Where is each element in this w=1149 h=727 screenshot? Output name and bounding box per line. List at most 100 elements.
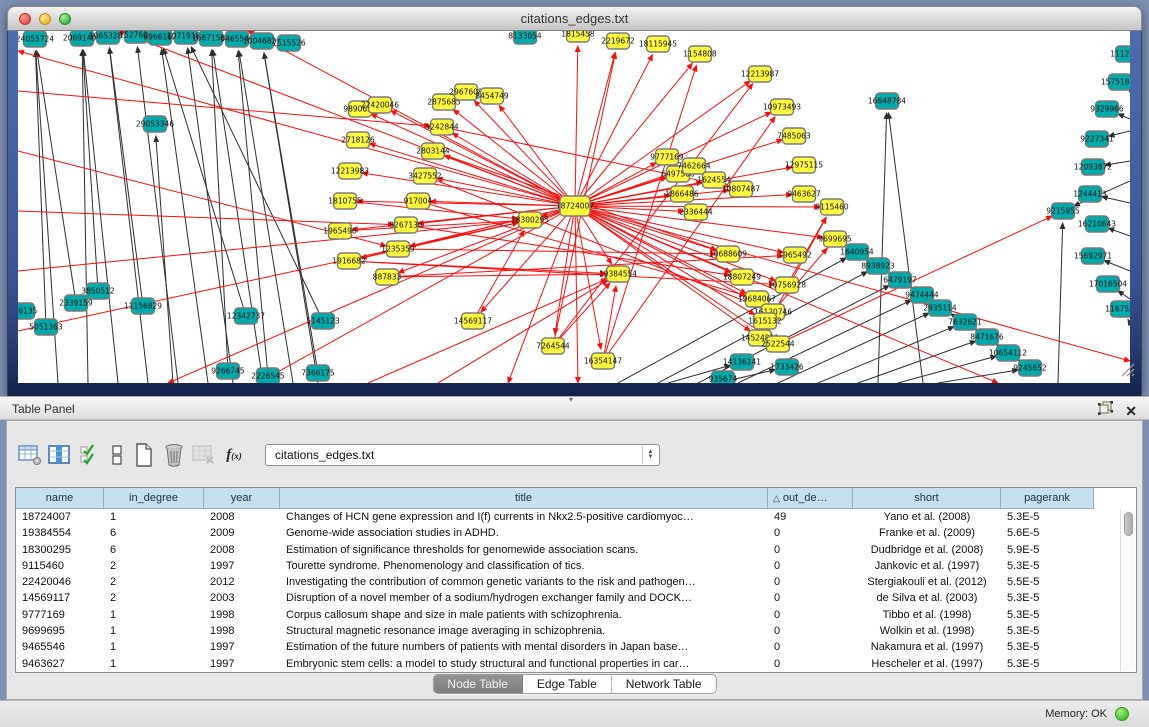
float-panel-icon[interactable] [1098, 401, 1113, 420]
table-row[interactable]: 1830029562008Estimation of significance … [16, 542, 1136, 558]
graph-node[interactable]: 9115460 [815, 199, 849, 215]
column-header-name[interactable]: name [16, 488, 104, 509]
graph-node[interactable]: 887833 [373, 269, 402, 285]
graph-node[interactable]: 8938923 [861, 258, 895, 274]
panel-divider-handle[interactable]: ▾ [569, 397, 579, 403]
graph-node[interactable]: 1244413 [1073, 186, 1107, 202]
graph-node[interactable]: 18300295 [511, 212, 549, 228]
graph-node[interactable]: 14569117 [454, 313, 492, 329]
graph-node[interactable]: 8133054 [508, 31, 542, 44]
graph-node[interactable]: 11156829 [124, 298, 162, 314]
graph-node[interactable]: 1733426 [770, 359, 804, 375]
column-header-year[interactable]: year [204, 488, 280, 509]
graph-node[interactable]: 1235359 [381, 241, 415, 257]
scrollbar-thumb[interactable] [1124, 512, 1133, 536]
graph-node[interactable]: 18115945 [639, 36, 677, 52]
graph-node[interactable]: 1167533 [1105, 301, 1130, 317]
table-row[interactable]: 911546021997Tourette syndrome. Phenomeno… [16, 558, 1136, 574]
graph-node[interactable]: 9227341 [1080, 131, 1114, 147]
graph-node[interactable]: 1965492 [778, 247, 812, 263]
table-row[interactable]: 969969511998Structural magnetic resonanc… [16, 623, 1136, 639]
table-row[interactable]: 946554611997Estimation of the future num… [16, 639, 1136, 655]
table-row[interactable]: 2242004622012Investigating the contribut… [16, 574, 1136, 590]
graph-node[interactable]: 17016504 [1089, 276, 1127, 292]
tab-edge-table[interactable]: Edge Table [523, 675, 612, 693]
column-header-short[interactable]: short [853, 488, 1001, 509]
column-header-out_degree[interactable]: △out_de… [768, 488, 853, 509]
table-row[interactable]: 977716911998Corpus callosum shape and si… [16, 607, 1136, 623]
row-selection-icon[interactable] [75, 441, 105, 469]
graph-node[interactable]: 1112704 [1110, 46, 1130, 62]
graph-node[interactable]: 1615132 [748, 313, 782, 329]
table-row[interactable]: 946362711997Embryonic stem cells: a mode… [16, 656, 1136, 672]
graph-node[interactable]: 15751874 [1101, 74, 1130, 90]
window-resize-grip[interactable] [1119, 361, 1135, 382]
memory-status-indicator[interactable] [1115, 707, 1129, 721]
graph-node[interactable]: 29053346 [136, 116, 174, 132]
column-header-pagerank[interactable]: pagerank [1001, 488, 1094, 509]
graph-node[interactable]: 9329966 [1090, 101, 1124, 117]
network-window-titlebar[interactable]: citations_edges.txt [7, 6, 1142, 31]
column-header-in_degree[interactable]: in_degree [104, 488, 204, 509]
graph-node[interactable]: 7485063 [777, 128, 811, 144]
graph-node[interactable]: 12093872 [1074, 159, 1112, 175]
graph-node[interactable]: 8454749 [475, 88, 509, 104]
graph-node[interactable]: 2803144 [416, 143, 450, 159]
tab-node-table[interactable]: Node Table [433, 675, 523, 693]
function-builder-icon[interactable]: f(x) [219, 441, 249, 469]
graph-node[interactable]: 7366175 [301, 365, 335, 381]
graph-node[interactable]: 16648784 [868, 93, 906, 109]
graph-node[interactable]: 2718126 [341, 132, 375, 148]
graph-node[interactable]: 6479197 [883, 272, 917, 288]
graph-node[interactable]: 7264544 [536, 338, 570, 354]
graph-node[interactable]: 9245652 [1013, 360, 1047, 376]
graph-node[interactable]: 16354147 [584, 353, 622, 369]
graph-node[interactable]: 936135 [18, 303, 38, 319]
table-vertical-scrollbar[interactable] [1120, 509, 1135, 671]
graph-node[interactable]: 9266745 [211, 363, 245, 379]
graph-node[interactable]: 16210643 [1078, 216, 1116, 232]
graph-node[interactable]: 18724007 [556, 196, 594, 216]
graph-node[interactable]: 12213987 [741, 66, 779, 82]
graph-node[interactable]: 1866486 [665, 186, 699, 202]
graph-node[interactable]: 2339159 [59, 295, 93, 311]
tab-network-table[interactable]: Network Table [612, 675, 716, 693]
table-row[interactable]: 1872400712008Changes of HCN gene express… [16, 509, 1136, 525]
graph-node[interactable]: 12342737 [227, 308, 265, 324]
graph-node[interactable]: 8471676 [970, 329, 1004, 345]
graph-node[interactable]: 8267130 [389, 217, 423, 233]
graph-node[interactable]: 7515526 [272, 35, 306, 51]
column-visibility-icon[interactable] [45, 441, 75, 469]
graph-node[interactable]: 935674 [709, 371, 738, 383]
graph-node[interactable]: 1154808 [683, 46, 717, 62]
network-canvas[interactable]: 1872400798906122242004627181261221398318… [18, 31, 1130, 383]
graph-node[interactable]: 2522544 [761, 336, 795, 352]
graph-node[interactable]: 2219672 [601, 33, 635, 49]
graph-node[interactable]: 2935114 [923, 300, 957, 316]
graph-node[interactable]: 9463627 [787, 186, 821, 202]
graph-node[interactable]: 9215955 [1046, 203, 1080, 219]
graph-node[interactable]: 7632621 [948, 314, 982, 330]
delete-table-icon[interactable] [189, 441, 219, 469]
create-column-icon[interactable] [129, 441, 159, 469]
delete-column-icon[interactable] [159, 441, 189, 469]
graph-node[interactable]: 12975115 [785, 157, 823, 173]
graph-node[interactable]: 5051363 [29, 319, 63, 335]
graph-node[interactable]: 12213983 [331, 163, 369, 179]
graph-node[interactable]: 9242844 [425, 119, 459, 135]
column-header-title[interactable]: title [280, 488, 768, 509]
table-row[interactable]: 1456911722003Disruption of a novel membe… [16, 590, 1136, 606]
graph-node[interactable]: 10973493 [763, 99, 801, 115]
graph-node[interactable]: 1815458 [561, 31, 595, 42]
graph-node[interactable]: 24055724 [18, 31, 54, 47]
graph-node[interactable]: 1916682 [332, 253, 366, 269]
table-select-dropdown[interactable]: citations_edges.txt ▲▼ [265, 444, 660, 466]
graph-node[interactable]: 10654112 [989, 345, 1027, 361]
graph-node[interactable]: 917004 [404, 193, 433, 209]
close-panel-icon[interactable]: ✕ [1125, 404, 1137, 418]
split-view-icon[interactable] [105, 441, 129, 469]
graph-node[interactable]: 3427552 [408, 168, 442, 184]
table-mode-icon[interactable] [15, 441, 45, 469]
graph-node[interactable]: 2336444 [679, 204, 713, 220]
graph-node[interactable]: 1965498 [323, 223, 357, 239]
